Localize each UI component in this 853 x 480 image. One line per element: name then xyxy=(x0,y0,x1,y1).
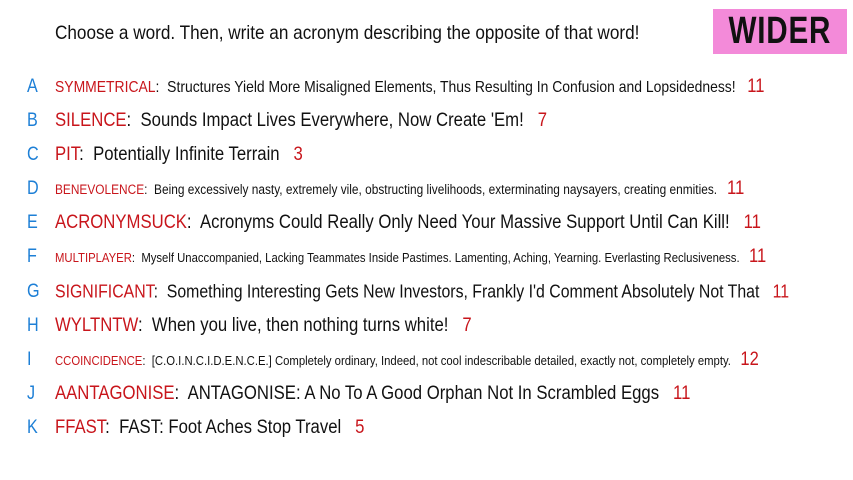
letter-count: 11 xyxy=(747,76,765,97)
letter-count: 11 xyxy=(743,212,761,233)
answer-line: SILENCE: Sounds Impact Lives Everywhere,… xyxy=(55,110,548,131)
prompt-text: Choose a word. Then, write an acronym de… xyxy=(55,22,640,44)
chosen-word: ACRONYMSUCK xyxy=(55,212,187,233)
answer-row-i: I CCOINCIDENCE: [C.O.I.N.C.I.D.E.N.C.E.]… xyxy=(0,345,853,375)
acronym-text: Something Interesting Gets New Investors… xyxy=(166,281,760,302)
option-letter: K xyxy=(27,417,38,438)
letter-count: 3 xyxy=(293,144,303,165)
answer-line: SIGNIFICANT: Something Interesting Gets … xyxy=(55,281,790,302)
answer-line: ACRONYMSUCK: Acronyms Could Really Only … xyxy=(55,212,761,233)
acronym-text: Being excessively nasty, extremely vile,… xyxy=(154,182,718,197)
acronym-text: ANTAGONISE: A No To A Good Orphan Not In… xyxy=(187,383,660,404)
answer-row-g: G SIGNIFICANT: Something Interesting Get… xyxy=(0,277,853,307)
chosen-word: SILENCE xyxy=(55,110,127,131)
acronym-text: When you live, then nothing turns white! xyxy=(151,315,449,336)
answer-row-h: H WYLTNTW: When you live, then nothing t… xyxy=(0,311,853,341)
option-letter: F xyxy=(27,246,37,267)
option-letter: J xyxy=(27,383,36,404)
chosen-word: SYMMETRICAL xyxy=(55,79,156,96)
option-letter: D xyxy=(27,178,39,199)
letter-count: 11 xyxy=(726,178,745,199)
title-badge: WIDER xyxy=(713,9,847,54)
option-letter: A xyxy=(27,76,38,97)
letter-count: 11 xyxy=(749,246,767,267)
acronym-text: [C.O.I.N.C.I.D.E.N.C.E.] Completely ordi… xyxy=(151,353,731,368)
answer-line: BENEVOLENCE: Being excessively nasty, ex… xyxy=(55,178,745,199)
option-letter: I xyxy=(27,349,32,370)
chosen-word: SIGNIFICANT xyxy=(55,281,154,302)
chosen-word: MULTIPLAYER xyxy=(55,250,132,265)
chosen-word: WYLTNTW xyxy=(55,315,138,336)
letter-count: 12 xyxy=(740,349,759,370)
chosen-word: PIT xyxy=(55,144,80,165)
answer-row-a: A SYMMETRICAL: Structures Yield More Mis… xyxy=(0,72,853,102)
option-letter: B xyxy=(27,110,38,131)
chosen-word: BENEVOLENCE xyxy=(55,182,145,197)
answer-line: WYLTNTW: When you live, then nothing tur… xyxy=(55,315,472,336)
letter-count: 5 xyxy=(355,417,365,438)
acronym-text: Structures Yield More Misaligned Element… xyxy=(167,79,736,96)
answer-row-f: F MULTIPLAYER: Myself Unaccompanied, Lac… xyxy=(0,242,853,272)
answer-line: FFAST: FAST: Foot Aches Stop Travel 5 xyxy=(55,417,365,438)
answer-row-d: D BENEVOLENCE: Being excessively nasty, … xyxy=(0,174,853,204)
letter-count: 7 xyxy=(537,110,548,131)
option-letter: E xyxy=(27,212,38,233)
answer-line: CCOINCIDENCE: [C.O.I.N.C.I.D.E.N.C.E.] C… xyxy=(55,349,759,370)
letter-count: 11 xyxy=(772,281,790,302)
answer-line: PIT: Potentially Infinite Terrain 3 xyxy=(55,144,303,165)
acronym-text: Sounds Impact Lives Everywhere, Now Crea… xyxy=(140,110,524,131)
letter-count: 11 xyxy=(673,383,691,404)
answer-row-e: E ACRONYMSUCK: Acronyms Could Really Onl… xyxy=(0,208,853,238)
answer-row-c: C PIT: Potentially Infinite Terrain 3 xyxy=(0,140,853,170)
chosen-word: CCOINCIDENCE xyxy=(55,353,143,368)
title-badge-label: WIDER xyxy=(728,10,832,52)
answer-row-b: B SILENCE: Sounds Impact Lives Everywher… xyxy=(0,106,853,136)
option-letter: H xyxy=(27,315,39,336)
answer-line: SYMMETRICAL: Structures Yield More Misal… xyxy=(55,76,765,97)
answer-row-j: J AANTAGONISE: ANTAGONISE: A No To A Goo… xyxy=(0,379,853,409)
letter-count: 7 xyxy=(462,315,472,336)
acronym-text: Myself Unaccompanied, Lacking Teammates … xyxy=(141,250,740,265)
chosen-word: AANTAGONISE xyxy=(55,383,175,404)
option-letter: G xyxy=(27,281,40,302)
acronym-text: Acronyms Could Really Only Need Your Mas… xyxy=(199,212,730,233)
answer-line: MULTIPLAYER: Myself Unaccompanied, Lacki… xyxy=(55,246,767,267)
answer-row-k: K FFAST: FAST: Foot Aches Stop Travel 5 xyxy=(0,413,853,443)
chosen-word: FFAST xyxy=(55,417,106,438)
answer-line: AANTAGONISE: ANTAGONISE: A No To A Good … xyxy=(55,383,691,404)
acronym-text: FAST: Foot Aches Stop Travel xyxy=(119,417,342,438)
acronym-text: Potentially Infinite Terrain xyxy=(93,144,280,165)
option-letter: C xyxy=(27,144,39,165)
